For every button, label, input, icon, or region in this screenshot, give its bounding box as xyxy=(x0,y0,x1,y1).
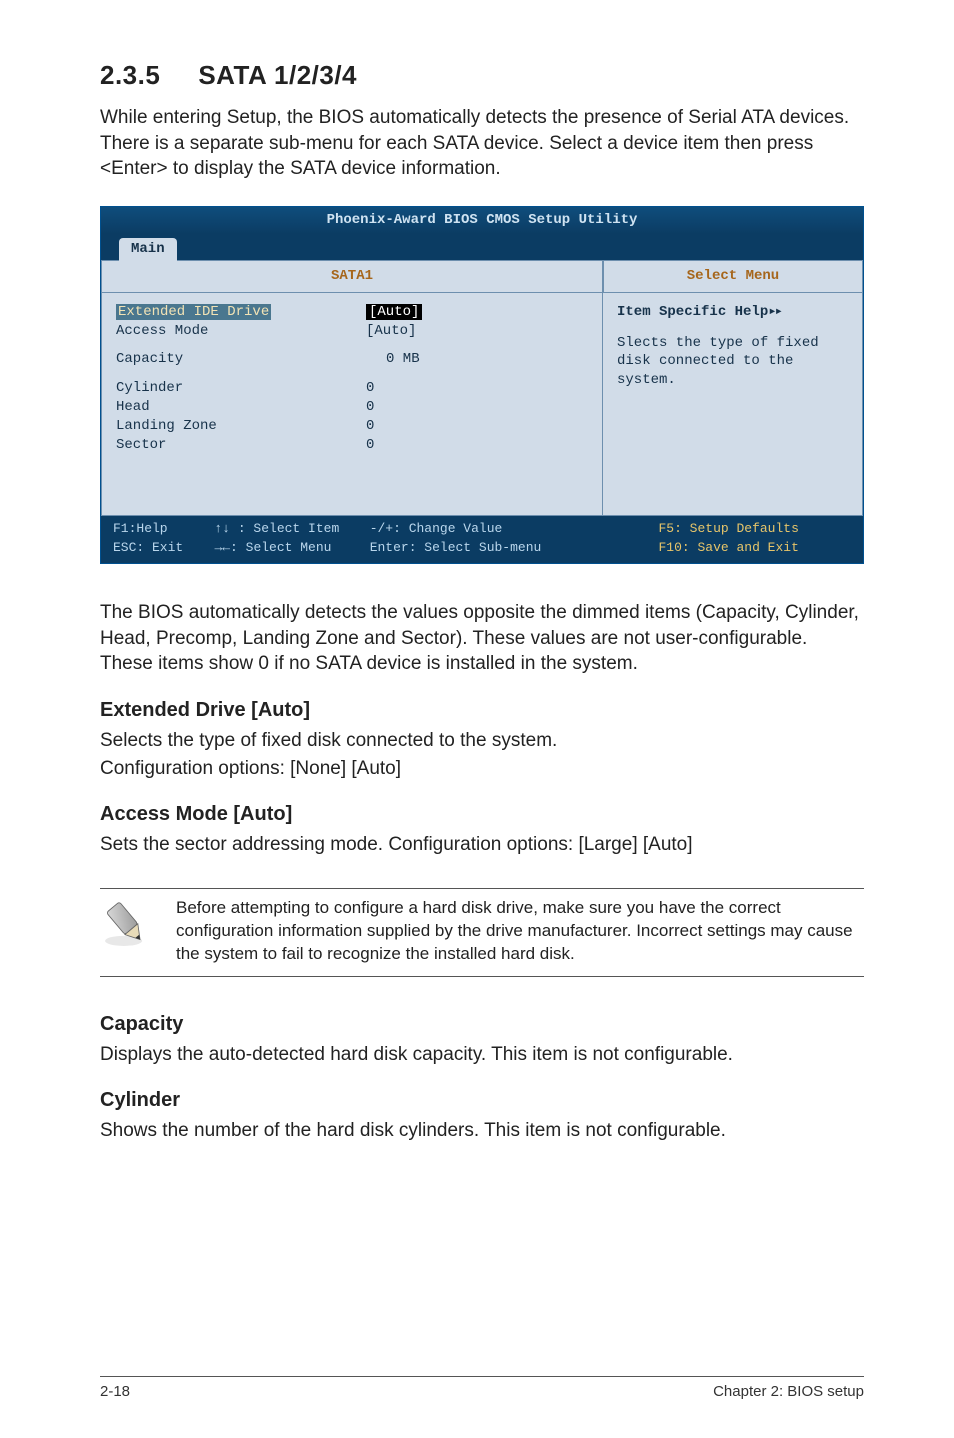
triangle-right-icon: ▸▸ xyxy=(768,304,781,320)
bios-help-title: Item Specific Help xyxy=(617,304,768,320)
bios-left-panel: Extended IDE Drive [Auto] Access Mode [A… xyxy=(101,293,603,516)
bios-help-panel: Item Specific Help▸▸ Slects the type of … xyxy=(603,293,863,516)
intro-paragraph: While entering Setup, the BIOS automatic… xyxy=(100,105,864,182)
bios-right-header: Select Menu xyxy=(603,260,863,293)
bios-key-change: -/+: Change Value xyxy=(370,520,659,538)
bios-left-header: SATA1 xyxy=(101,260,603,293)
bios-key-f1: F1:Help xyxy=(113,521,168,536)
bios-value-access-mode: [Auto] xyxy=(316,322,588,341)
page-footer: 2-18 Chapter 2: BIOS setup xyxy=(100,1376,864,1400)
bios-label-sector: Sector xyxy=(116,436,316,455)
bios-label-access-mode: Access Mode xyxy=(116,322,316,341)
section-title: SATA 1/2/3/4 xyxy=(198,60,357,90)
extended-drive-p1: Selects the type of fixed disk connected… xyxy=(100,728,864,754)
bios-key-select-menu: →←: Select Menu xyxy=(214,540,331,555)
subhead-access-mode: Access Mode [Auto] xyxy=(100,803,864,826)
bios-value-extended-ide: [Auto] xyxy=(366,304,422,320)
bios-titlebar: Phoenix-Award BIOS CMOS Setup Utility xyxy=(101,207,863,234)
bios-key-select-item: ↑↓ : Select Item xyxy=(214,521,339,536)
access-mode-p1: Sets the sector addressing mode. Configu… xyxy=(100,832,864,858)
capacity-p1: Displays the auto-detected hard disk cap… xyxy=(100,1042,864,1068)
bios-row-head: Head 0 xyxy=(116,398,588,417)
bios-label-extended-ide: Extended IDE Drive xyxy=(116,304,271,320)
bios-value-cylinder: 0 xyxy=(316,379,588,398)
bios-value-capacity: 0 MB xyxy=(316,350,588,369)
section-number: 2.3.5 xyxy=(100,60,160,91)
bios-row-landing-zone: Landing Zone 0 xyxy=(116,417,588,436)
pencil-icon xyxy=(100,897,154,951)
bios-value-sector: 0 xyxy=(316,436,588,455)
bios-key-enter: Enter: Select Sub-menu xyxy=(370,539,659,557)
bios-value-head: 0 xyxy=(316,398,588,417)
bios-help-text: Slects the type of fixed disk connected … xyxy=(617,334,848,391)
subhead-extended-drive: Extended Drive [Auto] xyxy=(100,699,864,722)
bios-row-access-mode[interactable]: Access Mode [Auto] xyxy=(116,322,588,341)
note-block: Before attempting to configure a hard di… xyxy=(100,888,864,977)
section-heading: 2.3.5 SATA 1/2/3/4 xyxy=(100,60,864,91)
bios-key-f10: F10: Save and Exit xyxy=(658,539,851,557)
bios-label-capacity: Capacity xyxy=(116,350,316,369)
bios-key-esc: ESC: Exit xyxy=(113,540,183,555)
bios-screenshot: Phoenix-Award BIOS CMOS Setup Utility Ma… xyxy=(100,206,864,564)
bios-row-cylinder: Cylinder 0 xyxy=(116,379,588,398)
note-text: Before attempting to configure a hard di… xyxy=(176,897,864,966)
bios-key-f5: F5: Setup Defaults xyxy=(658,520,851,538)
bios-label-cylinder: Cylinder xyxy=(116,379,316,398)
footer-page-number: 2-18 xyxy=(100,1383,130,1400)
bios-tab-main[interactable]: Main xyxy=(119,238,177,261)
subhead-cylinder: Cylinder xyxy=(100,1089,864,1112)
footer-chapter: Chapter 2: BIOS setup xyxy=(713,1383,864,1400)
bios-label-landing-zone: Landing Zone xyxy=(116,417,316,436)
bios-row-extended-ide[interactable]: Extended IDE Drive [Auto] xyxy=(116,303,588,322)
extended-drive-p2: Configuration options: [None] [Auto] xyxy=(100,756,864,782)
bios-value-landing-zone: 0 xyxy=(316,417,588,436)
bios-tabrow: Main xyxy=(101,234,863,260)
bios-label-head: Head xyxy=(116,398,316,417)
cylinder-p1: Shows the number of the hard disk cylind… xyxy=(100,1118,864,1144)
after-bios-paragraph: The BIOS automatically detects the value… xyxy=(100,600,864,677)
bios-row-sector: Sector 0 xyxy=(116,436,588,455)
bios-row-capacity: Capacity 0 MB xyxy=(116,350,588,369)
subhead-capacity: Capacity xyxy=(100,1013,864,1036)
bios-footer: F1:Help ↑↓ : Select Item -/+: Change Val… xyxy=(101,516,863,563)
